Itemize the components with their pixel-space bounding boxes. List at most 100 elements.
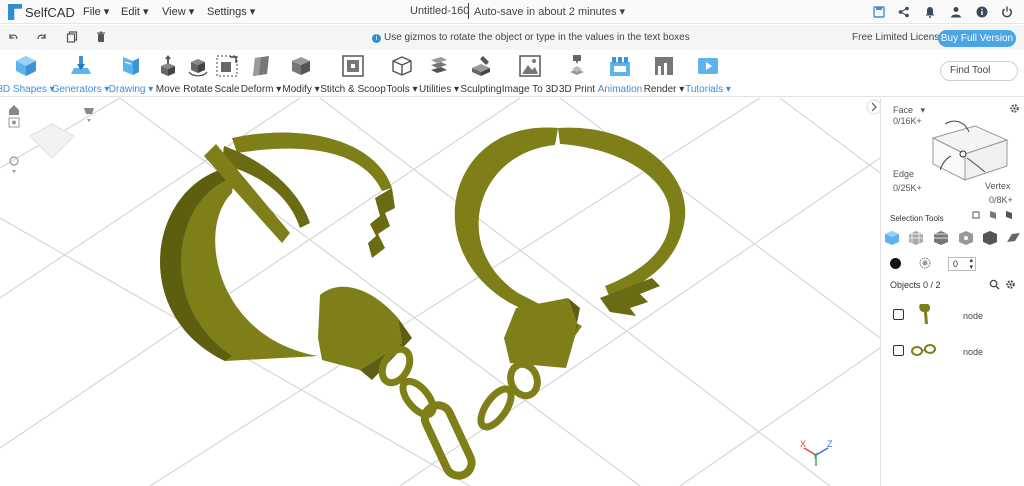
zoom-fit-icon[interactable] [8,117,20,128]
rotate-icon [188,59,208,77]
brush-size-input[interactable]: 0 ▴ ▾ [948,257,976,271]
tool-sculpting[interactable]: Sculpting [460,54,502,95]
tool-animation[interactable]: Animation [597,54,643,95]
objects-heading: Objects 0 / 2 [890,280,941,290]
object-checkbox[interactable] [893,309,904,320]
tool-deform[interactable]: Deform ▾ [241,54,281,95]
handcuff-chain[interactable] [377,344,542,480]
handcuff-right[interactable] [454,127,686,368]
modify-icon [292,57,310,75]
object-thumbnail-cuff-icon [919,304,931,324]
scale-icon [216,55,238,77]
object-thumbnail-handcuffs-icon [911,344,936,356]
tool-label: Deform ▾ [240,84,282,95]
tool-label: Scale [214,84,240,95]
tool-label: Stitch & Scoop [320,84,386,95]
tool-image-to-3d[interactable]: Image To 3D [501,54,559,95]
user-account-icon[interactable] [949,5,963,19]
notifications-bell-icon[interactable] [923,5,937,19]
face-mode-label[interactable]: Face ▾ [893,105,925,116]
lighting-icon[interactable] [84,108,94,122]
selection-tools-row[interactable] [884,230,1024,246]
menu-edit[interactable]: Edit ▾ [121,5,149,18]
vertex-count: 0/8K+ [989,195,1013,205]
drawing-icon [123,57,139,75]
share-icon[interactable] [897,5,911,19]
tool-tools[interactable]: Tools ▾ [386,54,418,95]
tool-3d-shapes[interactable]: 3D Shapes ▾ [0,54,55,95]
logo-icon [8,4,22,20]
tool-modify[interactable]: Modify ▾ [282,54,320,95]
tool-render[interactable]: Render ▾ [644,54,684,95]
object-name: node [963,347,984,357]
undo-icon[interactable] [7,31,21,45]
ground-grid [0,98,880,486]
animation-icon [610,57,630,76]
save-icon[interactable] [872,5,886,19]
tool-tutorials[interactable]: Tutorials ▾ [685,54,731,95]
tool-label: Image To 3D [501,84,559,95]
stepper-arrows-icon[interactable]: ▴ ▾ [969,257,973,271]
object-checkbox[interactable] [893,345,904,356]
tool-utilities[interactable]: Utilities ▾ [419,54,459,95]
object-name: node [963,311,984,321]
panel-settings-gear-icon[interactable] [1009,103,1020,117]
scene-canvas[interactable]: X Y Z [0,98,880,486]
tool-drawing[interactable]: Drawing ▾ [109,54,153,95]
objects-search-icon[interactable] [989,279,1000,293]
cube-icon [16,56,36,76]
hint-text: Use gizmos to rotate the object or type … [384,32,690,43]
buy-full-version-button[interactable]: Buy Full Version [938,30,1016,47]
objects-settings-gear-icon[interactable] [1005,279,1016,293]
info-icon[interactable] [975,5,989,19]
delete-trash-icon[interactable] [95,31,109,45]
tool-rotate[interactable]: Rotate [183,54,213,95]
axis-z-label: Z [827,439,833,449]
3d-viewport[interactable]: X Y Z [0,98,880,486]
selfcad-app: SelfCAD File ▾ Edit ▾ View ▾ Settings ▾ … [0,0,1024,486]
axis-x-label: X [800,439,806,449]
tool-3d-print[interactable]: 3D Print [559,54,595,95]
stitch-scoop-icon [342,55,364,77]
tool-generators[interactable]: Generators ▾ [51,54,110,95]
tool-label: Tools ▾ [386,84,418,95]
hint-info-icon: i [372,34,381,43]
app-name: SelfCAD [25,4,75,20]
title-separator [468,3,469,19]
panel-collapse-button[interactable] [866,99,880,115]
tool-label: Generators ▾ [51,84,110,95]
selection-mode-cube[interactable] [925,118,1015,186]
find-tool-input[interactable]: Find Tool [940,61,1018,81]
image-to-3d-icon [519,55,541,77]
home-view-icon[interactable] [9,105,19,115]
tool-scale[interactable]: Scale [214,54,240,95]
tool-label: Tutorials ▾ [685,84,731,95]
select-mode-small-icons[interactable] [972,210,1018,223]
brush-solid-circle-icon[interactable] [890,258,901,269]
tool-stitch-scoop[interactable]: Stitch & Scoop [320,54,386,95]
select-solid-icon [983,231,997,245]
select-faces-icon [909,231,923,245]
document-title[interactable]: Untitled-160 [410,5,469,17]
copy-icon[interactable] [66,31,80,45]
menu-view[interactable]: View ▾ [162,5,194,18]
menu-settings[interactable]: Settings ▾ [207,5,255,18]
license-text: Free Limited License [852,32,945,43]
tool-label: Modify ▾ [282,84,320,95]
redo-icon[interactable] [36,31,50,45]
hint-message: i Use gizmos to rotate the object or type… [372,32,690,43]
menu-file[interactable]: File ▾ [83,5,109,18]
tool-move[interactable]: Move [154,54,182,95]
power-icon[interactable] [1000,5,1014,19]
face-label: Face [893,105,914,115]
autosave-status[interactable]: Auto-save in about 2 minutes ▾ [474,5,625,18]
selfcad-logo[interactable]: SelfCAD [8,3,75,21]
generator-icon [70,56,91,74]
brush-soft-icon[interactable] [919,257,931,272]
handcuff-left[interactable] [160,132,412,380]
tool-label: Utilities ▾ [418,84,460,95]
edge-label: Edge [893,169,915,179]
right-panel: Face ▾ 0/16K+ Edge 0/25K+ Vertex 0/8K+ S… [880,98,1024,486]
menu-bar: SelfCAD File ▾ Edit ▾ View ▾ Settings ▾ … [0,0,1024,24]
select-vertices-icon [959,231,973,245]
